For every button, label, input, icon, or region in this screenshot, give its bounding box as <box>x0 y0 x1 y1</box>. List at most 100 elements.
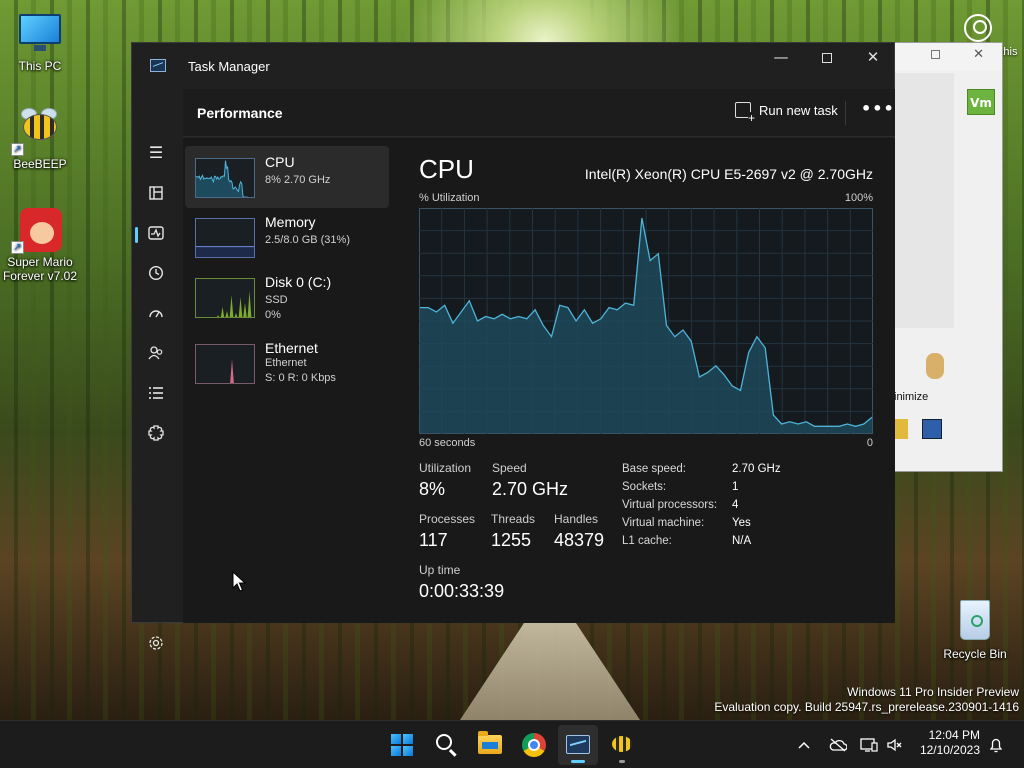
file-explorer-button[interactable] <box>470 725 510 765</box>
chevron-up-icon[interactable] <box>798 735 810 753</box>
desktop-icon-label: This PC <box>18 59 62 73</box>
desktop-icon-label: BeeBEEP <box>13 157 67 171</box>
task-manager-taskbar-button[interactable] <box>558 725 598 765</box>
detail-value: Yes <box>732 517 751 529</box>
search-button[interactable] <box>426 725 466 765</box>
folder-icon[interactable] <box>894 419 908 439</box>
services-icon[interactable] <box>140 417 172 449</box>
window-title: Task Manager <box>188 59 270 74</box>
processes-value: 117 <box>419 530 448 550</box>
network-icon[interactable] <box>860 735 878 757</box>
taskbar: 12:04 PM 12/10/2023 <box>0 720 1024 768</box>
users-icon[interactable] <box>140 337 172 369</box>
close-icon[interactable]: ✕ <box>973 47 984 62</box>
ethernet-thumbnail-graph <box>195 344 255 384</box>
task-manager-window[interactable]: Task Manager — ✕ ☰ Performance + Run new… <box>131 42 895 650</box>
disk-thumbnail-spike <box>234 313 238 317</box>
disk-thumbnail-spike <box>229 295 234 317</box>
camera-icon <box>964 14 992 42</box>
shortcut-arrow-icon: ↗ <box>11 241 24 254</box>
more-options-button[interactable]: ••• <box>861 99 895 118</box>
memory-thumbnail-area <box>196 246 254 257</box>
watermark-line-1: Windows 11 Pro Insider Preview <box>847 685 1019 699</box>
performance-icon[interactable] <box>140 217 172 249</box>
microphone-icon[interactable] <box>926 353 944 379</box>
shortcut-arrow-icon: ↗ <box>11 143 24 156</box>
notifications-icon[interactable] <box>989 735 1003 757</box>
detail-key: L1 cache: <box>622 535 672 547</box>
search-icon <box>436 734 452 750</box>
running-indicator <box>571 760 585 763</box>
detail-key: Virtual machine: <box>622 517 705 529</box>
desktop-icon-beebeep[interactable]: ↗ BeeBEEP <box>0 108 80 171</box>
speed-label: Speed <box>492 461 527 475</box>
close-button[interactable]: ✕ <box>850 43 896 73</box>
mouse-cursor-icon <box>232 571 246 592</box>
vm-badge[interactable]: Vm <box>967 89 995 115</box>
resource-item-ethernet[interactable]: Ethernet Ethernet S: 0 R: 0 Kbps <box>185 332 389 394</box>
resource-detail: Ethernet <box>265 357 307 369</box>
maximize-button[interactable] <box>804 43 850 73</box>
onedrive-icon[interactable] <box>829 735 848 756</box>
save-icon[interactable] <box>922 419 942 439</box>
uptime-label: Up time <box>419 563 461 577</box>
detail-value: 4 <box>732 499 739 511</box>
details-icon[interactable] <box>140 377 172 409</box>
chrome-icon <box>522 733 546 757</box>
clock[interactable]: 12:04 PM 12/10/2023 <box>900 728 980 758</box>
background-window-panel <box>894 73 954 328</box>
wallpaper-path <box>460 620 640 720</box>
maximize-icon[interactable] <box>931 50 940 59</box>
cpu-utilization-graph <box>419 208 873 434</box>
maximize-icon <box>822 52 832 63</box>
clock-date: 12/10/2023 <box>919 743 980 757</box>
resource-item-disk[interactable]: Disk 0 (C:) SSD 0% <box>185 266 389 328</box>
this-pc-icon <box>17 10 63 56</box>
startup-apps-icon[interactable] <box>140 297 172 329</box>
app-history-icon[interactable] <box>140 257 172 289</box>
settings-icon[interactable] <box>140 627 172 659</box>
resource-item-cpu[interactable]: CPU 8% 2.70 GHz <box>185 146 389 208</box>
cpu-thumbnail-graph <box>195 158 255 198</box>
hamburger-menu-icon[interactable]: ☰ <box>140 137 172 169</box>
desktop-icon-label: Recycle Bin <box>943 647 1007 661</box>
clock-time: 12:04 PM <box>928 728 980 742</box>
threads-value: 1255 <box>491 530 532 550</box>
background-app-window[interactable]: ✕ Vm inimize <box>893 42 1003 472</box>
beebeep-icon <box>612 736 632 752</box>
desktop-icon-this-pc[interactable]: This PC <box>0 10 80 73</box>
utilization-label: Utilization <box>419 461 472 475</box>
utilization-value: 8% <box>419 479 446 499</box>
running-indicator <box>619 760 625 763</box>
resource-name: Memory <box>265 214 316 230</box>
mario-icon: ↗ <box>11 206 63 254</box>
title-bar[interactable]: Task Manager — ✕ <box>132 43 894 89</box>
detail-value: 2.70 GHz <box>732 463 781 475</box>
resource-name: CPU <box>265 154 295 170</box>
cpu-title: CPU <box>419 154 474 184</box>
minimize-icon: — <box>773 48 789 66</box>
uptime-value: 0:00:33:39 <box>419 581 505 601</box>
minimize-button[interactable]: — <box>758 43 804 73</box>
watermark-line-2: Evaluation copy. Build 25947.rs_prerelea… <box>714 700 1019 714</box>
desktop-icon-recycle-bin[interactable]: Recycle Bin <box>935 598 1015 661</box>
chrome-button[interactable] <box>514 725 554 765</box>
disk-thumbnail-spike <box>243 303 247 317</box>
run-new-task-button[interactable]: Run new task <box>735 102 838 124</box>
graph-y-label: % Utilization <box>419 192 480 204</box>
graph-max-label: 100% <box>844 192 873 204</box>
resource-item-memory[interactable]: Memory 2.5/8.0 GB (31%) <box>185 206 389 268</box>
beebeep-taskbar-button[interactable] <box>602 725 642 765</box>
cpu-detail-panel: CPU Intel(R) Xeon(R) CPU E5-2697 v2 @ 2.… <box>419 138 889 623</box>
background-window-titlebar[interactable]: ✕ <box>894 43 1002 71</box>
disk-thumbnail-spike <box>220 307 225 317</box>
processes-icon[interactable] <box>140 177 172 209</box>
start-button[interactable] <box>382 725 422 765</box>
close-icon: ✕ <box>866 48 880 66</box>
os-watermark: Windows 11 Pro Insider Preview Evaluatio… <box>714 685 1019 715</box>
desktop-icon-super-mario[interactable]: ↗ Super Mario Forever v7.02 <box>0 206 80 283</box>
handles-value: 48379 <box>554 530 605 550</box>
detail-value: 1 <box>732 481 739 493</box>
resource-detail: S: 0 R: 0 Kbps <box>265 372 336 384</box>
minimize-label[interactable]: inimize <box>894 391 928 403</box>
